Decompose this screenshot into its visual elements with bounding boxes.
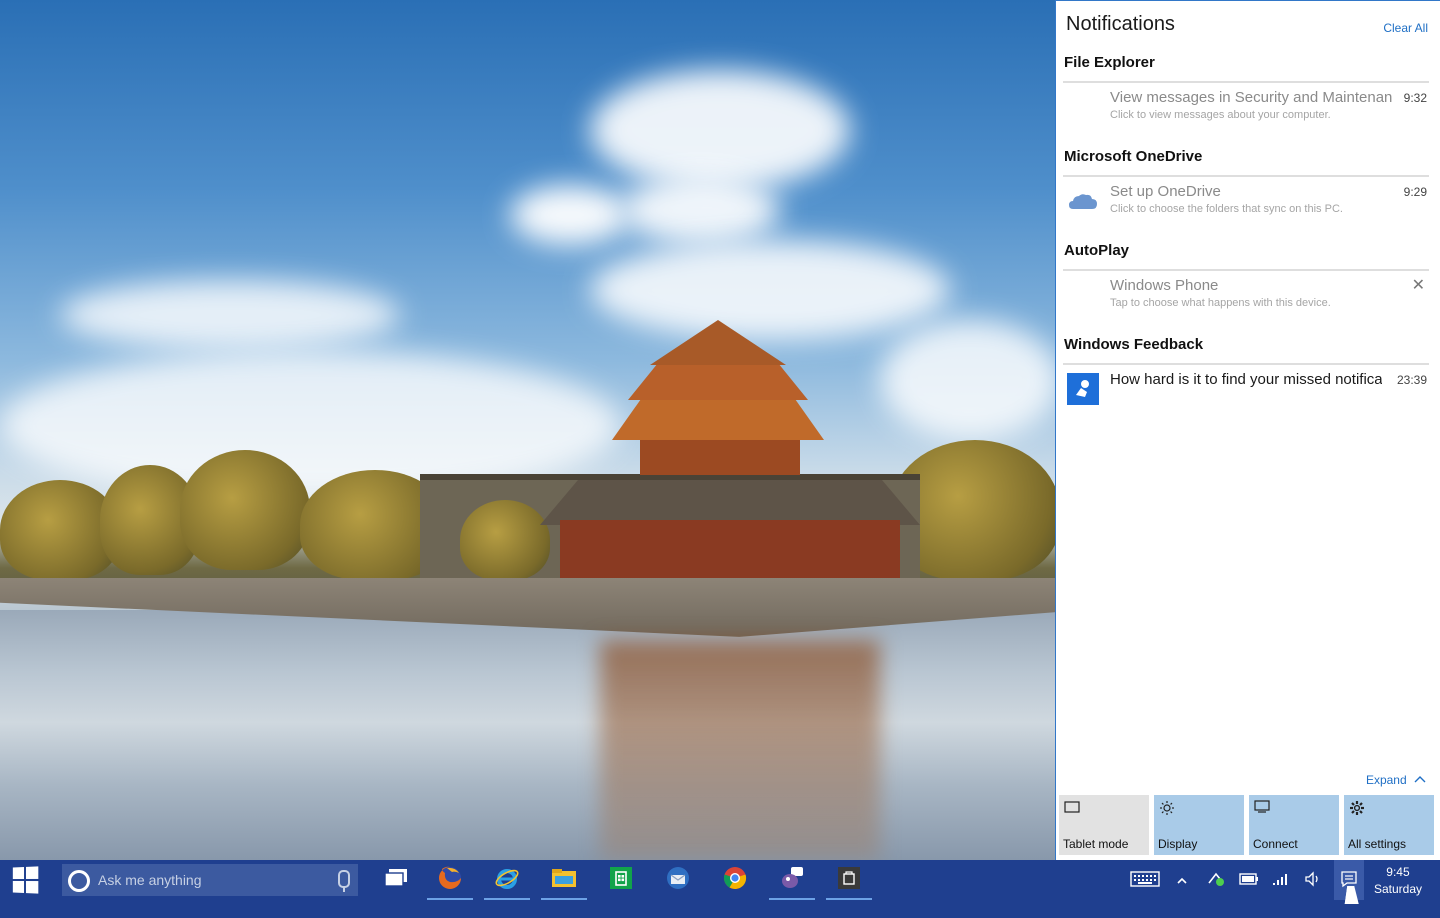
store-icon	[609, 866, 633, 895]
group-title-feedback[interactable]: Windows Feedback	[1064, 336, 1203, 353]
taskbar-app-store-window[interactable]	[826, 860, 872, 900]
quick-action-label: All settings	[1348, 837, 1407, 851]
wallpaper-cloud	[620, 175, 780, 245]
cortana-search-box[interactable]: Ask me anything	[62, 864, 358, 896]
taskbar-app-store[interactable]	[598, 860, 644, 900]
wallpaper-cloud	[510, 185, 630, 245]
thunderbird-icon	[665, 865, 691, 896]
shield-icon	[1067, 91, 1099, 123]
connect-icon	[1254, 800, 1272, 817]
wallpaper-cloud	[60, 280, 400, 350]
search-placeholder: Ask me anything	[98, 872, 202, 888]
notification-time: 9:29	[1403, 185, 1427, 199]
keyboard-icon	[1130, 870, 1160, 890]
store-bag-icon	[837, 866, 861, 895]
internet-explorer-icon	[494, 865, 520, 896]
pavilion-roof	[540, 480, 920, 525]
show-hidden-icons-button[interactable]	[1172, 860, 1192, 900]
wallpaper-reflection	[600, 640, 880, 860]
firefox-icon	[437, 865, 463, 896]
notification-title: Set up OneDrive	[1110, 183, 1221, 200]
expand-label: Expand	[1365, 773, 1407, 787]
brightness-icon	[1159, 800, 1175, 819]
notification-title: Windows Phone	[1110, 277, 1219, 294]
screen-bottom-strip	[0, 900, 1440, 918]
battery-button[interactable]	[1236, 860, 1262, 900]
touch-keyboard-button[interactable]	[1128, 860, 1162, 900]
clock-day: Saturday	[1373, 882, 1422, 896]
speaker-icon	[1304, 870, 1322, 890]
chat-status-icon	[1208, 871, 1226, 890]
phone-icon	[1067, 279, 1099, 311]
windows-logo-icon	[12, 866, 39, 894]
quick-action-label: Display	[1158, 837, 1198, 851]
taskbar-app-pidgin[interactable]	[769, 860, 815, 900]
notification-subtitle: Click to choose the folders that sync on…	[1110, 203, 1343, 215]
cortana-icon	[68, 870, 90, 892]
taskbar: Ask me anything 9:45 Saturday	[0, 860, 1440, 900]
start-button[interactable]	[0, 860, 50, 900]
quick-action-label: Tablet mode	[1063, 837, 1129, 851]
taskbar-app-file-explorer[interactable]	[541, 860, 587, 900]
notification-autoplay[interactable]: Windows Phone Tap to choose what happens…	[1063, 271, 1429, 331]
quick-action-all-settings[interactable]: All settings	[1344, 795, 1434, 855]
pavilion-base	[560, 520, 900, 582]
clock-time: 9:45	[1386, 865, 1410, 879]
pidgin-icon	[779, 865, 805, 896]
quick-action-tablet-mode[interactable]: Tablet mode	[1059, 795, 1149, 855]
chrome-icon	[722, 865, 748, 896]
quick-action-display[interactable]: Display	[1154, 795, 1244, 855]
tray-app-icon[interactable]	[1204, 860, 1230, 900]
notification-time: 23:39	[1396, 373, 1427, 387]
desktop-wallpaper	[0, 0, 1056, 860]
taskbar-app-internet-explorer[interactable]	[484, 860, 530, 900]
close-icon[interactable]: ✕	[1412, 275, 1425, 295]
action-center-panel: Notifications Clear All File Explorer Vi…	[1055, 0, 1440, 860]
network-button[interactable]	[1268, 860, 1294, 900]
notification-subtitle: Click to view messages about your comput…	[1110, 109, 1331, 121]
taskbar-app-chrome[interactable]	[712, 860, 758, 900]
taskbar-clock[interactable]: 9:45 Saturday	[1374, 864, 1422, 898]
tower-roof	[612, 395, 824, 440]
microphone-icon[interactable]	[338, 870, 350, 892]
group-title-onedrive[interactable]: Microsoft OneDrive	[1064, 148, 1202, 165]
chevron-up-icon	[1410, 773, 1426, 787]
clear-all-button[interactable]: Clear All	[1383, 21, 1428, 35]
battery-icon	[1239, 872, 1259, 889]
wallpaper-cloud	[880, 320, 1056, 440]
feedback-icon	[1067, 373, 1099, 405]
notification-title: How hard is it to find your missed notif…	[1110, 371, 1382, 388]
chevron-up-icon	[1177, 873, 1187, 888]
taskbar-app-firefox[interactable]	[427, 860, 473, 900]
task-view-icon	[384, 868, 408, 893]
group-title-file-explorer[interactable]: File Explorer	[1064, 54, 1155, 71]
tablet-icon	[1064, 800, 1080, 817]
notification-security[interactable]: View messages in Security and Maintenanc…	[1063, 83, 1429, 143]
wallpaper-tree	[180, 450, 310, 570]
wallpaper-water	[0, 610, 1056, 860]
notification-title: View messages in Security and Maintenanc…	[1110, 89, 1392, 106]
wallpaper-tree	[460, 500, 550, 580]
volume-button[interactable]	[1300, 860, 1326, 900]
tower-roof	[628, 360, 808, 400]
notification-onedrive[interactable]: Set up OneDrive Click to choose the fold…	[1063, 177, 1429, 237]
group-title-autoplay[interactable]: AutoPlay	[1064, 242, 1129, 259]
cloud-icon	[1067, 185, 1099, 217]
notification-time: 9:32	[1403, 91, 1427, 105]
quick-action-connect[interactable]: Connect	[1249, 795, 1339, 855]
action-center-title: Notifications	[1066, 13, 1175, 35]
folder-icon	[551, 867, 577, 894]
mouse-cursor-icon	[1344, 886, 1362, 904]
gear-icon	[1349, 800, 1365, 819]
task-view-button[interactable]	[373, 860, 419, 900]
quick-action-label: Connect	[1253, 837, 1298, 851]
taskbar-app-thunderbird[interactable]	[655, 860, 701, 900]
expand-button[interactable]: Expand	[1366, 773, 1426, 787]
notification-subtitle: Tap to choose what happens with this dev…	[1110, 297, 1331, 309]
wallpaper-cloud	[590, 240, 950, 340]
wallpaper-cloud	[590, 70, 850, 190]
signal-icon	[1272, 872, 1290, 889]
notification-feedback[interactable]: How hard is it to find your missed notif…	[1063, 365, 1429, 425]
